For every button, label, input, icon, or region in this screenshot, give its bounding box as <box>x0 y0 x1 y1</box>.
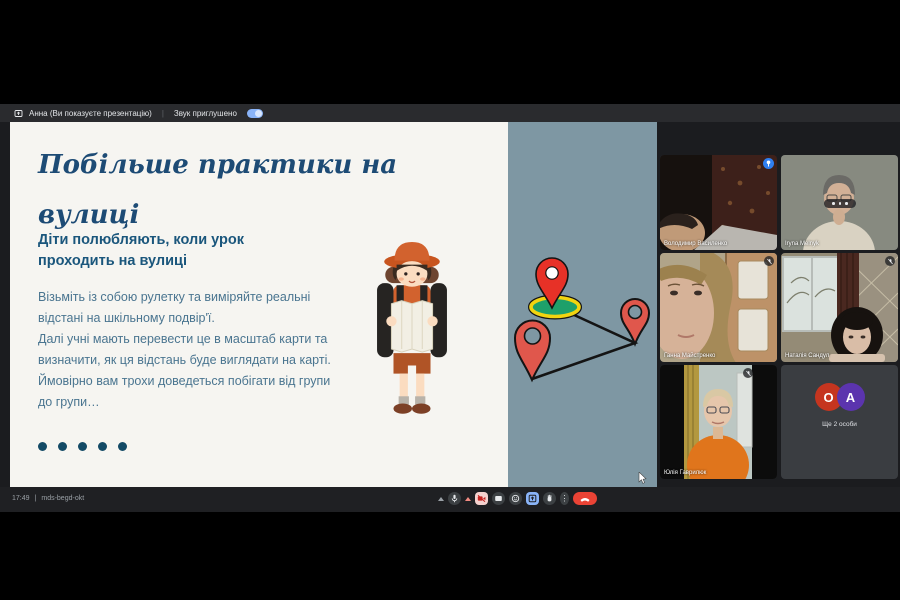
phone-hangup-icon <box>579 495 591 503</box>
meet-bottom-bar: 17:49 | mds-begd-okt <box>0 487 900 512</box>
video-feed <box>660 365 777 479</box>
mic-options-caret-icon[interactable] <box>438 497 444 501</box>
slide-subtitle: Діти полюбляють, коли урок проходить на … <box>38 230 293 272</box>
smiley-icon <box>511 494 520 503</box>
present-button[interactable] <box>526 492 539 505</box>
mic-off-icon <box>743 368 753 378</box>
leave-call-button[interactable] <box>573 492 597 505</box>
shared-presentation-slide[interactable]: Побільше практики на вулиці Діти полюбля… <box>10 122 657 487</box>
slide-paragraph: Далі учні мають перевести це в масштаб к… <box>38 329 340 371</box>
progress-dot <box>78 442 87 451</box>
participant-tile-5[interactable]: Юлія Гаврилюк <box>660 365 777 479</box>
pin-icon[interactable] <box>763 158 774 169</box>
slide-title-line1: Побільше практики на <box>38 140 458 190</box>
participant-tile-4[interactable]: Наталія Сандул <box>781 253 898 362</box>
video-feed <box>660 253 777 362</box>
participant-tile-2[interactable]: Iryna Melnyk <box>781 155 898 250</box>
participant-name: Володимир Василенко <box>664 241 727 247</box>
present-screen-icon <box>14 109 23 118</box>
hiker-kid-with-map-illustration <box>362 240 462 422</box>
mic-off-icon <box>885 256 895 266</box>
mouse-cursor-icon <box>638 472 647 484</box>
participant-name: Ганна Майстренко <box>664 353 715 359</box>
mic-off-icon <box>764 256 774 266</box>
hand-icon <box>545 494 554 503</box>
tile-hover-controls[interactable] <box>824 199 856 208</box>
info-separator: | <box>35 495 37 502</box>
slide-body: Візьміть із собою рулетку та виміряйте р… <box>38 287 340 413</box>
progress-dot <box>98 442 107 451</box>
slide-paragraph: Ймовірно вам трохи доведеться побігати в… <box>38 371 340 413</box>
video-feed <box>781 253 898 362</box>
top-bar-separator: | <box>162 109 164 118</box>
participant-tile-3[interactable]: Ганна Майстренко <box>660 253 777 362</box>
map-pins-route-graphic <box>508 122 657 487</box>
slide-progress-dots <box>38 442 127 451</box>
slide-side-panel <box>508 122 657 487</box>
camera-off-button[interactable] <box>475 492 488 505</box>
captions-button[interactable] <box>492 492 505 505</box>
toggle-knob <box>255 110 262 117</box>
audio-chip-label: Звук приглушено <box>174 109 237 118</box>
microphone-icon <box>450 494 459 503</box>
meeting-info: 17:49 | mds-begd-okt <box>12 495 84 502</box>
camera-off-icon <box>477 494 486 503</box>
overflow-participants-tile[interactable]: O A Ще 2 особи <box>781 365 898 479</box>
progress-dot <box>58 442 67 451</box>
participant-name: Наталія Сандул <box>785 353 829 359</box>
more-vertical-icon: ⋮ <box>561 494 569 503</box>
participant-filmstrip: Володимир Василенко Iryna Melnyk <box>660 155 898 479</box>
video-feed <box>660 155 777 250</box>
reactions-button[interactable] <box>509 492 522 505</box>
screen: Анна (Ви показуєте презентацію) | Звук п… <box>0 0 900 600</box>
meeting-code: mds-begd-okt <box>41 495 84 502</box>
participant-tile-1[interactable]: Володимир Василенко <box>660 155 777 250</box>
mic-button[interactable] <box>448 492 461 505</box>
participant-name: Iryna Melnyk <box>785 241 819 247</box>
slide-paragraph: Візьміть із собою рулетку та виміряйте р… <box>38 287 340 329</box>
camera-options-caret-icon[interactable] <box>465 497 471 501</box>
overflow-avatars: O A <box>815 383 865 411</box>
captions-icon <box>494 494 503 503</box>
participant-name: Юлія Гаврилюк <box>664 470 706 476</box>
progress-dot <box>38 442 47 451</box>
call-controls: ⋮ <box>438 492 597 505</box>
presenter-chip-label: Анна (Ви показуєте презентацію) <box>29 109 152 118</box>
presentation-top-bar: Анна (Ви показуєте презентацію) | Звук п… <box>0 104 900 122</box>
clock-time: 17:49 <box>12 495 30 502</box>
more-button[interactable]: ⋮ <box>560 492 569 505</box>
raise-hand-button[interactable] <box>543 492 556 505</box>
slide-title: Побільше практики на вулиці <box>38 140 458 240</box>
avatar: A <box>837 383 865 411</box>
overflow-count-label: Ще 2 особи <box>822 421 857 428</box>
audio-toggle[interactable] <box>247 109 263 118</box>
progress-dot <box>118 442 127 451</box>
present-screen-icon <box>528 494 537 503</box>
